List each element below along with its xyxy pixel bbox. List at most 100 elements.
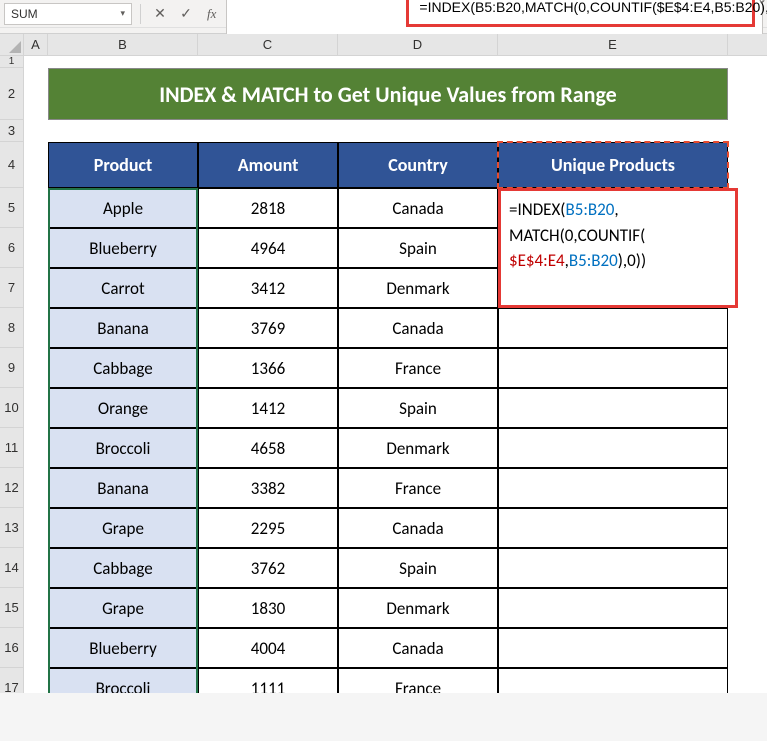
cell-unique[interactable] [498, 468, 728, 508]
cell-country[interactable]: Canada [338, 508, 498, 548]
row-header-16[interactable]: 16 [0, 628, 23, 668]
row-header-10[interactable]: 10 [0, 388, 23, 428]
cell-unique[interactable] [498, 428, 728, 468]
cell-country[interactable]: Spain [338, 548, 498, 588]
table-row: Orange1412Spain [48, 388, 728, 428]
column-headers: A B C D E [24, 34, 767, 56]
cell-amount[interactable]: 2818 [198, 188, 338, 228]
col-header-e[interactable]: E [498, 34, 728, 55]
row-header-8[interactable]: 8 [0, 308, 23, 348]
row-header-7[interactable]: 7 [0, 268, 23, 308]
expand-formula-bar-icon[interactable]: ⌄ [757, 0, 767, 6]
cell-unique[interactable] [498, 668, 728, 693]
cell-unique[interactable] [498, 548, 728, 588]
row-header-4[interactable]: 4 [0, 142, 23, 188]
cell-amount[interactable]: 3412 [198, 268, 338, 308]
row-header-6[interactable]: 6 [0, 228, 23, 268]
cell-product[interactable]: Banana [48, 468, 198, 508]
cell-product[interactable]: Orange [48, 388, 198, 428]
cell-product[interactable]: Carrot [48, 268, 198, 308]
cell-country[interactable]: France [338, 468, 498, 508]
table-row: Banana3769Canada [48, 308, 728, 348]
cell-country[interactable]: Denmark [338, 588, 498, 628]
formula-bar-wrap: =INDEX(B5:B20,MATCH(0,COUNTIF($E$4:E4,B5… [226, 0, 763, 38]
cell-unique[interactable] [498, 508, 728, 548]
confirm-icon[interactable]: ✓ [175, 3, 197, 25]
chevron-down-icon[interactable]: ▾ [120, 8, 125, 19]
header-product: Product [48, 142, 198, 188]
select-all-corner[interactable] [0, 34, 24, 56]
cell-amount[interactable]: 1111 [198, 668, 338, 693]
cell-amount[interactable]: 4658 [198, 428, 338, 468]
cell-product[interactable]: Apple [48, 188, 198, 228]
fp3: MATCH(0,COUNTIF( [509, 225, 645, 246]
row-header-12[interactable]: 12 [0, 468, 23, 508]
header-product-label: Product [94, 154, 153, 176]
cell-product[interactable]: Broccoli [48, 668, 198, 693]
row-header-15[interactable]: 15 [0, 588, 23, 628]
cell-amount[interactable]: 4964 [198, 228, 338, 268]
cell-product[interactable]: Cabbage [48, 548, 198, 588]
cell-product[interactable]: Grape [48, 588, 198, 628]
cell-amount[interactable]: 3769 [198, 308, 338, 348]
cell-amount[interactable]: 1830 [198, 588, 338, 628]
cell-amount[interactable]: 1412 [198, 388, 338, 428]
cell-country[interactable]: Canada [338, 188, 498, 228]
fr3: B5:B20 [569, 250, 618, 271]
cell-amount[interactable]: 1366 [198, 348, 338, 388]
cell-e5-formula-overlay[interactable]: =INDEX(B5:B20, MATCH(0,COUNTIF( $E$4:E4,… [498, 188, 738, 308]
row-header-13[interactable]: 13 [0, 508, 23, 548]
cell-product[interactable]: Banana [48, 308, 198, 348]
cell-unique[interactable] [498, 628, 728, 668]
insert-function-icon[interactable]: fx [207, 6, 216, 22]
row-headers: 1 2 3 4 5 6 7 8 9 10 11 12 13 14 15 16 1… [0, 56, 24, 693]
fp1: =INDEX( [509, 199, 565, 220]
cell-amount[interactable]: 2295 [198, 508, 338, 548]
cell-product[interactable]: Blueberry [48, 228, 198, 268]
col-header-a[interactable]: A [24, 34, 48, 55]
row-header-1[interactable]: 1 [0, 56, 23, 68]
cancel-icon[interactable]: ✕ [149, 3, 171, 25]
cell-unique[interactable] [498, 588, 728, 628]
cell-country[interactable]: France [338, 348, 498, 388]
row-header-5[interactable]: 5 [0, 188, 23, 228]
cell-country[interactable]: France [338, 668, 498, 693]
cell-country[interactable]: Denmark [338, 428, 498, 468]
cell-amount[interactable]: 3762 [198, 548, 338, 588]
cell-unique[interactable] [498, 388, 728, 428]
cell-country[interactable]: Canada [338, 308, 498, 348]
cell-unique[interactable] [498, 348, 728, 388]
col-header-b[interactable]: B [48, 34, 198, 55]
row-header-9[interactable]: 9 [0, 348, 23, 388]
row-header-17[interactable]: 17 [0, 668, 23, 693]
table-row: Grape2295Canada [48, 508, 728, 548]
name-box[interactable]: SUM ▾ [4, 3, 132, 25]
cell-product[interactable]: Blueberry [48, 628, 198, 668]
row-header-14[interactable]: 14 [0, 548, 23, 588]
table-row: Cabbage3762Spain [48, 548, 728, 588]
separator [140, 4, 141, 24]
row-header-2[interactable]: 2 [0, 68, 23, 120]
cell-country[interactable]: Spain [338, 228, 498, 268]
formula-bar[interactable] [226, 0, 763, 38]
cell-country[interactable]: Denmark [338, 268, 498, 308]
table-row: Grape1830Denmark [48, 588, 728, 628]
cell-amount[interactable]: 4004 [198, 628, 338, 668]
row-header-3[interactable]: 3 [0, 120, 23, 142]
grid[interactable]: INDEX & MATCH to Get Unique Values from … [24, 56, 767, 693]
col-header-d[interactable]: D [338, 34, 498, 55]
cell-amount[interactable]: 3382 [198, 468, 338, 508]
header-amount-label: Amount [238, 154, 299, 176]
col-header-c[interactable]: C [198, 34, 338, 55]
cell-country[interactable]: Canada [338, 628, 498, 668]
cell-country[interactable]: Spain [338, 388, 498, 428]
cell-unique[interactable] [498, 308, 728, 348]
cell-product[interactable]: Broccoli [48, 428, 198, 468]
cell-product[interactable]: Grape [48, 508, 198, 548]
header-country-label: Country [388, 154, 448, 176]
cell-product[interactable]: Cabbage [48, 348, 198, 388]
title-text: INDEX & MATCH to Get Unique Values from … [159, 81, 616, 108]
fr2: $E$4:E4 [509, 250, 565, 271]
table-row: Broccoli1111France [48, 668, 728, 693]
row-header-11[interactable]: 11 [0, 428, 23, 468]
